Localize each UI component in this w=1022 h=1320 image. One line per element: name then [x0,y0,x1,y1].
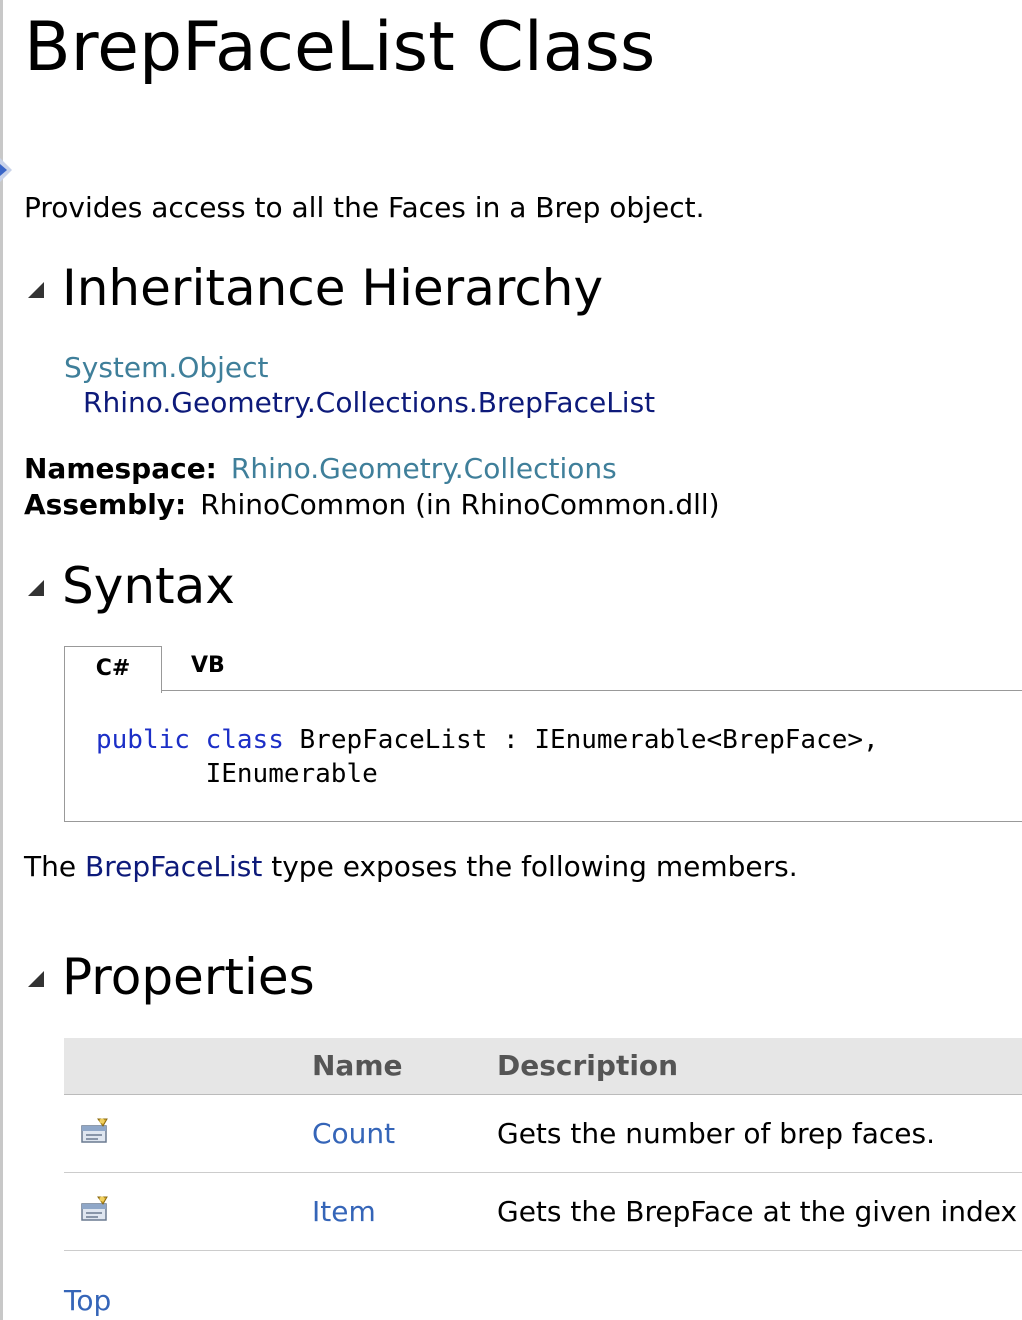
table-header: Name Description [64,1038,1022,1095]
syntax-code-box: C# VB public class BrepFaceList : IEnume… [64,646,1022,822]
section-heading: Inheritance Hierarchy [62,259,604,317]
properties-table: Name Description Count Gets the number o… [64,1038,1022,1251]
section-heading: Properties [62,948,315,1006]
tab-vb[interactable]: VB [191,646,225,686]
namespace-line: Namespace: Rhino.Geometry.Collections [24,451,617,487]
assembly-label: Assembly: [24,488,187,521]
section-heading: Syntax [62,557,235,615]
members-intro-text: The [24,850,85,883]
assembly-line: Assembly: RhinoCommon (in RhinoCommon.dll… [24,487,720,523]
assembly-value: RhinoCommon (in RhinoCommon.dll) [200,488,720,521]
property-link-item[interactable]: Item [312,1173,376,1250]
section-syntax[interactable]: Syntax [28,556,235,616]
class-summary: Provides access to all the Faces in a Br… [24,191,705,224]
table-row: Count Gets the number of brep faces. [64,1095,1022,1173]
column-header-description: Description [497,1049,679,1082]
collapse-triangle-icon[interactable] [28,282,44,298]
top-link[interactable]: Top [64,1283,111,1319]
property-link-count[interactable]: Count [312,1095,395,1172]
expand-toc-icon[interactable] [0,158,12,182]
code-keyword: public [96,725,190,755]
code-area: public class BrepFaceList : IEnumerable<… [64,690,1022,822]
code-text: IEnumerable [205,759,378,789]
page-title: BrepFaceList Class [24,8,656,87]
collapse-triangle-icon[interactable] [28,580,44,596]
public-property-icon [81,1196,108,1221]
property-description: Gets the BrepFace at the given index [497,1195,1018,1228]
members-class-name: BrepFaceList [84,850,263,883]
code-snippet: public class BrepFaceList : IEnumerable<… [96,723,879,791]
section-inheritance-hierarchy[interactable]: Inheritance Hierarchy [28,258,603,318]
table-row: Item Gets the BrepFace at the given inde… [64,1173,1022,1251]
code-keyword: class [205,725,284,755]
column-header-name: Name [312,1049,403,1082]
property-description: Gets the number of brep faces. [497,1117,936,1150]
namespace-label: Namespace: [24,452,217,485]
public-property-icon [81,1118,108,1143]
members-intro-text: type exposes the following members. [262,850,798,883]
inheritance-parent-link[interactable]: System.Object [64,350,269,386]
section-properties[interactable]: Properties [28,947,315,1007]
namespace-link[interactable]: Rhino.Geometry.Collections [231,452,617,485]
left-pane-border [0,0,3,1320]
code-text: BrepFaceList : IEnumerable<BrepFace>, [283,725,879,755]
inheritance-current-class: Rhino.Geometry.Collections.BrepFaceList [83,386,656,419]
collapse-triangle-icon[interactable] [28,971,44,987]
members-intro: The BrepFaceList type exposes the follow… [24,849,798,885]
tab-csharp[interactable]: C# [64,646,162,693]
